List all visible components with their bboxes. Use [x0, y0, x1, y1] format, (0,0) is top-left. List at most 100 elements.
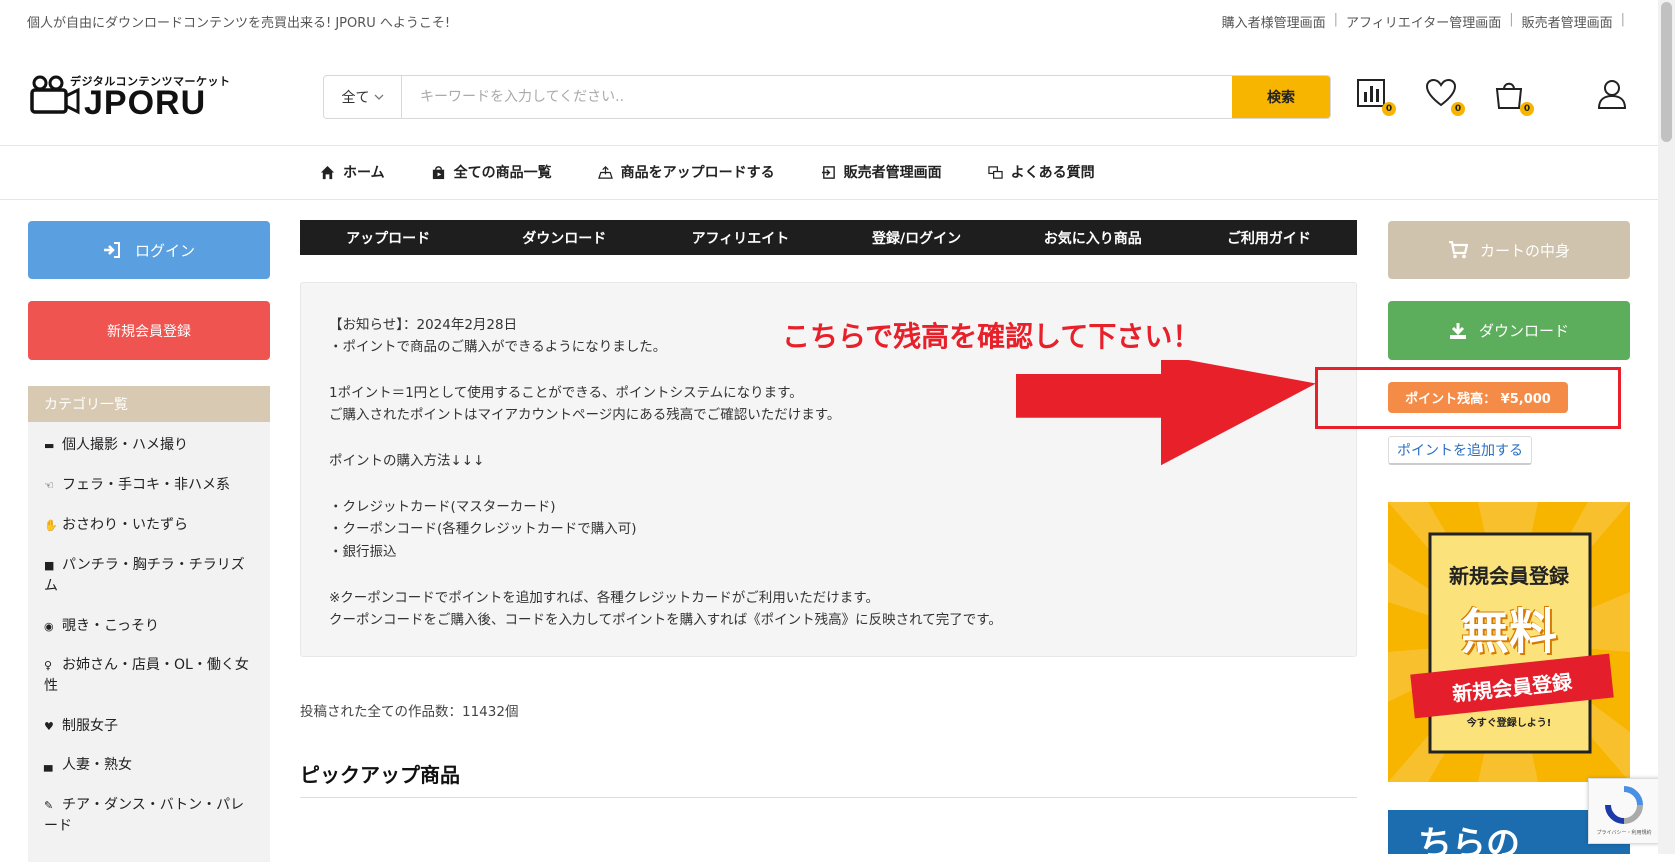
bag-icon: [1495, 82, 1523, 109]
tab-favorites[interactable]: お気に入り商品: [1005, 220, 1181, 255]
login-button[interactable]: ログイン: [28, 221, 270, 279]
separator: |: [1509, 12, 1514, 27]
category-item[interactable]: ☜ フェラ・手コキ・非ハメ系: [44, 475, 254, 496]
nav-divider: [0, 199, 1660, 200]
video-camera-icon: ■: [44, 559, 55, 572]
register-button[interactable]: 新規会員登録: [28, 301, 270, 360]
category-label: 個人撮影・ハメ撮り: [62, 437, 188, 453]
guide-tab-bar: アップロード ダウンロード アフィリエイト 登録/ログイン お気に入り商品 ご利…: [300, 220, 1357, 255]
download-button[interactable]: ダウンロード: [1388, 301, 1630, 360]
category-item[interactable]: ✎ チア・ダンス・バトン・パレード: [44, 795, 254, 837]
nav-seller-admin-label: 販売者管理画面: [843, 165, 942, 181]
ranking-button[interactable]: 0: [1356, 78, 1396, 116]
ranking-icon: [1357, 79, 1385, 107]
faq-icon: [987, 165, 1003, 179]
bed-icon: ▬: [44, 439, 55, 452]
buyer-admin-link[interactable]: 購入者様管理画面: [1222, 12, 1326, 31]
cart-button[interactable]: 0: [1494, 78, 1534, 116]
tab-download[interactable]: ダウンロード: [476, 220, 652, 255]
chevron-down-icon: [374, 94, 383, 100]
category-item[interactable]: ♥ 制服女子: [44, 716, 254, 737]
separator: |: [1333, 12, 1338, 27]
recaptcha-icon: [1605, 786, 1643, 824]
bath-icon: ▄: [44, 759, 53, 772]
upload-icon: [597, 165, 613, 179]
scrollbar-thumb[interactable]: [1661, 2, 1672, 142]
search-input[interactable]: [402, 76, 1232, 118]
favorites-count-badge: 0: [1451, 102, 1465, 116]
cart-contents-button[interactable]: カートの中身: [1388, 221, 1630, 279]
category-label: チア・ダンス・バトン・パレード: [44, 797, 245, 834]
category-item[interactable]: ◉ 覗き・こっそり: [44, 616, 254, 637]
notice-line: クーポンコードをご購入後、コードを入力してポイントを購入すれば《ポイント残高》に…: [329, 612, 1002, 628]
nav-seller-admin[interactable]: 販売者管理画面: [821, 162, 942, 182]
category-label: フェラ・手コキ・非ハメ系: [62, 477, 230, 493]
banner-free-text: 無料: [1460, 604, 1557, 660]
separator: |: [1620, 12, 1625, 27]
banner-cta: 今すぐ登録しよう!: [1466, 718, 1552, 729]
cart-contents-label: カートの中身: [1479, 241, 1570, 260]
main-nav: ホーム 全ての商品一覧 商品をアップロードする 販売者管理画面 よくある質問: [320, 162, 1141, 182]
tab-guide[interactable]: ご利用ガイド: [1181, 220, 1357, 255]
recaptcha-badge[interactable]: プライバシー・利用規約: [1588, 778, 1660, 844]
banner-title: 新規会員登録: [1449, 564, 1569, 588]
category-item[interactable]: ✋ おさわり・いたずら: [44, 515, 254, 536]
tab-register-login[interactable]: 登録/ログイン: [829, 220, 1005, 255]
magic-wand-icon: ✎: [44, 799, 54, 812]
hand-icon: ☜: [44, 479, 54, 492]
notice-line: ※クーポンコードでポイントを追加すれば、各種クレジットカードがご利用いただけます…: [329, 590, 879, 606]
eye-slash-icon: ◉: [44, 620, 54, 633]
login-label: ログイン: [134, 241, 195, 260]
category-list-title: カテゴリ一覧: [28, 386, 270, 422]
add-points-link[interactable]: ポイントを追加する: [1388, 436, 1532, 465]
affiliate-admin-link[interactable]: アフィリエイター管理画面: [1346, 12, 1501, 31]
pickup-divider: [300, 797, 1357, 798]
nav-upload[interactable]: 商品をアップロードする: [597, 162, 775, 182]
notice-line: ・クレジットカード(マスターカード): [329, 499, 556, 515]
favorites-button[interactable]: 0: [1425, 78, 1465, 116]
category-label: お姉さん・店員・OL・働く女性: [44, 657, 249, 694]
category-label: 制服女子: [62, 718, 118, 734]
register-banner[interactable]: 新規会員登録 無料 新規会員登録 今すぐ登録しよう!: [1388, 502, 1630, 782]
recaptcha-label: プライバシー・利用規約: [1596, 830, 1652, 836]
logo-wordmark[interactable]: JPORU: [84, 84, 206, 123]
tab-upload[interactable]: アップロード: [300, 220, 476, 255]
sign-in-icon: [821, 165, 835, 179]
category-item[interactable]: ■ パンチラ・胸チラ・チラリズム: [44, 555, 254, 597]
category-select-value: 全て: [341, 90, 370, 106]
tab-affiliate[interactable]: アフィリエイト: [652, 220, 828, 255]
cart-icon: [1448, 241, 1468, 259]
notice-line: ・クーポンコード(各種クレジットカードで購入可): [329, 521, 637, 537]
nav-upload-label: 商品をアップロードする: [620, 165, 775, 181]
login-icon: [103, 242, 120, 258]
category-label: 覗き・こっそり: [62, 618, 160, 634]
heart-icon: ♥: [44, 720, 54, 733]
point-balance-badge: ポイント残高： ¥5,000: [1388, 382, 1568, 413]
category-label: パンチラ・胸チラ・チラリズム: [44, 557, 245, 594]
seller-admin-link[interactable]: 販売者管理画面: [1522, 12, 1613, 31]
search-button[interactable]: 検索: [1232, 76, 1330, 118]
category-item[interactable]: ▄ 人妻・熟女: [44, 755, 254, 776]
category-select[interactable]: 全て: [324, 76, 402, 118]
hand-paper-icon: ✋: [44, 519, 58, 532]
top-links: 購入者様管理画面 | アフィリエイター管理画面 | 販売者管理画面 |: [1222, 12, 1625, 31]
notice-line: 1ポイント＝1円として使用することができる、ポイントシステムになります。: [329, 385, 803, 401]
account-button[interactable]: [1596, 78, 1630, 112]
notice-line: 【お知らせ】：2024年2月28日: [329, 317, 518, 333]
welcome-text: 個人が自由にダウンロードコンテンツを売買出来る! JPORU へようこそ!: [27, 16, 451, 31]
notice-line: ご購入されたポイントはマイアカウントページ内にある残高でご確認いただけます。: [329, 407, 841, 423]
category-item[interactable]: ▬ 個人撮影・ハメ撮り: [44, 435, 254, 456]
red-arrow-icon: [1016, 360, 1316, 466]
category-label: 人妻・熟女: [62, 757, 132, 773]
home-icon: [320, 165, 335, 179]
nav-home[interactable]: ホーム: [320, 162, 385, 182]
nav-faq[interactable]: よくある質問: [987, 162, 1095, 182]
secondary-banner-text: ちらの: [1418, 824, 1520, 854]
download-icon: [1449, 322, 1466, 339]
nav-all-products[interactable]: 全ての商品一覧: [431, 162, 552, 182]
category-label: おさわり・いたずら: [62, 517, 188, 533]
download-label: ダウンロード: [1478, 322, 1569, 340]
shopping-bag-icon: [432, 165, 444, 179]
notice-line: ポイントの購入方法↓↓↓: [329, 453, 485, 469]
category-item[interactable]: ♀ お姉さん・店員・OL・働く女性: [44, 655, 254, 697]
